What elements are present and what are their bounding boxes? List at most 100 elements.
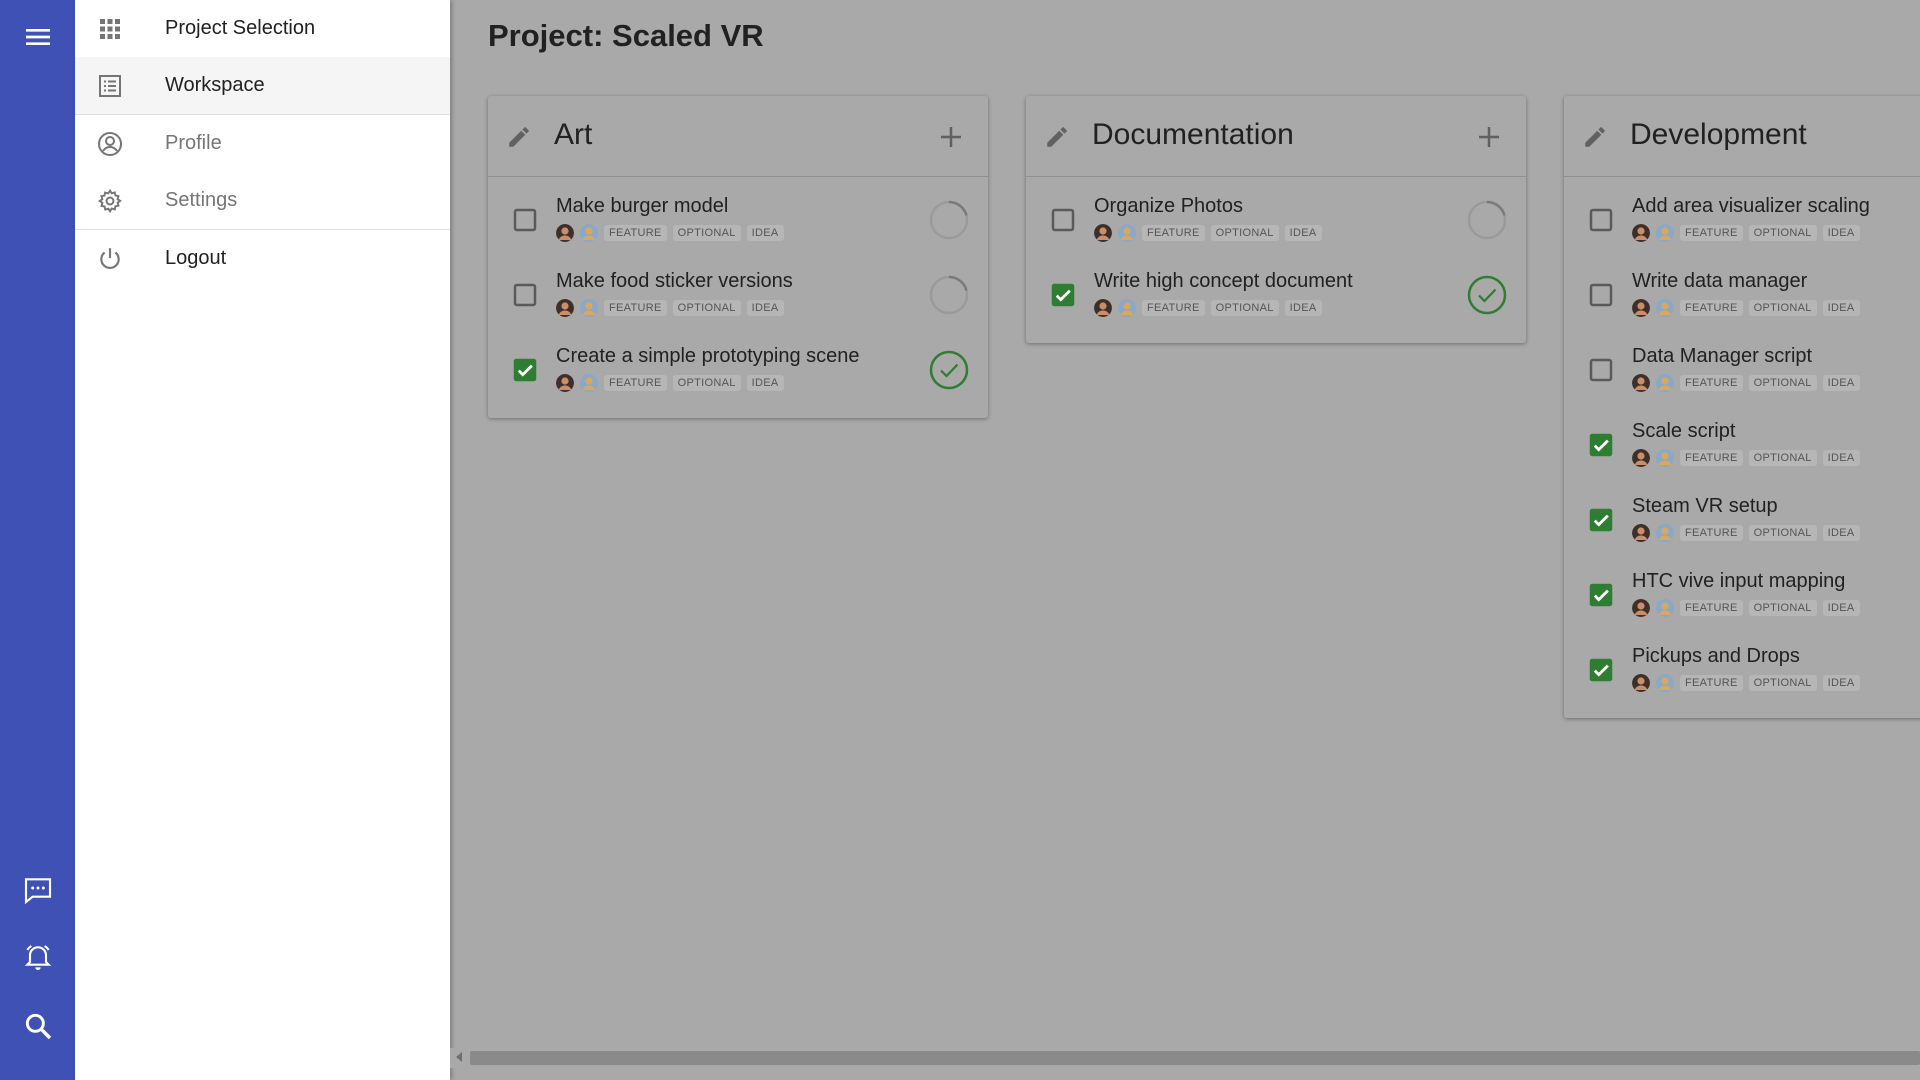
avatar xyxy=(580,224,598,242)
search-button[interactable] xyxy=(0,998,75,1054)
tag-badge[interactable]: OPTIONAL xyxy=(1748,225,1817,241)
checkbox-checked[interactable] xyxy=(1586,430,1616,460)
check-circle-icon xyxy=(929,350,969,390)
horizontal-scrollbar[interactable] xyxy=(450,1048,1920,1068)
task-name: Pickups and Drops xyxy=(1632,645,1800,667)
scrollbar-thumb[interactable] xyxy=(470,1051,1920,1065)
plus-icon[interactable] xyxy=(936,122,966,152)
task-row[interactable]: Data Manager script FEATURE OPTIONAL IDEA xyxy=(1564,333,1920,408)
tag-badge[interactable]: IDEA xyxy=(1822,375,1860,391)
tag-badge[interactable]: FEATURE xyxy=(1680,300,1743,316)
tag-badge[interactable]: IDEA xyxy=(1822,450,1860,466)
task-row[interactable]: Make food sticker versions FEATURE OPTIONA… xyxy=(488,258,988,333)
task-row[interactable]: Make burger model FEATURE OPTIONAL IDEA xyxy=(488,183,988,258)
task-row[interactable]: Pickups and Drops FEATURE OPTIONAL IDEA xyxy=(1564,633,1920,708)
plus-icon[interactable] xyxy=(1474,122,1504,152)
tag-badge[interactable]: OPTIONAL xyxy=(1748,600,1817,616)
tag-badge[interactable]: IDEA xyxy=(1822,525,1860,541)
tag-badge[interactable]: IDEA xyxy=(746,375,784,391)
tag-badge[interactable]: FEATURE xyxy=(604,375,667,391)
pencil-icon[interactable] xyxy=(506,124,532,150)
drawer-item-workspace[interactable]: Workspace xyxy=(75,57,450,114)
task-row[interactable]: Scale script FEATURE OPTIONAL IDEA xyxy=(1564,408,1920,483)
avatar xyxy=(1656,599,1674,617)
tag-badge[interactable]: OPTIONAL xyxy=(1748,675,1817,691)
tag-badge[interactable]: FEATURE xyxy=(1680,600,1743,616)
column-title: Art xyxy=(554,118,593,151)
tag-badge[interactable]: OPTIONAL xyxy=(1210,225,1279,241)
tag-badge[interactable]: OPTIONAL xyxy=(672,300,741,316)
tag-badge[interactable]: FEATURE xyxy=(1680,675,1743,691)
pencil-icon[interactable] xyxy=(1044,124,1070,150)
task-row[interactable]: Add area visualizer scaling FEATURE OPTION… xyxy=(1564,183,1920,258)
tag-badge[interactable]: FEATURE xyxy=(1680,375,1743,391)
menu-button[interactable] xyxy=(0,9,75,65)
task-row[interactable]: Write data manager FEATURE OPTIONAL IDEA xyxy=(1564,258,1920,333)
tag-badge[interactable]: IDEA xyxy=(1822,300,1860,316)
avatar xyxy=(1632,374,1650,392)
tag-badge[interactable]: OPTIONAL xyxy=(1748,450,1817,466)
task-row[interactable]: Organize Photos FEATURE OPTIONAL IDEA xyxy=(1026,183,1526,258)
checkbox-unchecked[interactable] xyxy=(1586,280,1616,310)
task-row[interactable]: Steam VR setup FEATURE OPTIONAL IDEA xyxy=(1564,483,1920,558)
power-icon xyxy=(97,246,123,272)
tag-badge[interactable]: IDEA xyxy=(1822,225,1860,241)
tag-badge[interactable]: FEATURE xyxy=(1142,300,1205,316)
column-header: Art xyxy=(488,96,988,177)
notifications-button[interactable] xyxy=(0,930,75,986)
tag-badge[interactable]: OPTIONAL xyxy=(1748,375,1817,391)
tag-badge[interactable]: FEATURE xyxy=(1142,225,1205,241)
progress-spinner-icon xyxy=(929,200,969,240)
checkbox-unchecked[interactable] xyxy=(1586,355,1616,385)
drawer-item-profile[interactable]: Profile xyxy=(75,115,450,172)
chat-button[interactable] xyxy=(0,862,75,918)
task-name: Create a simple prototyping scene xyxy=(556,345,860,367)
checkbox-unchecked[interactable] xyxy=(1586,205,1616,235)
tag-badge[interactable]: FEATURE xyxy=(604,225,667,241)
tag-badge[interactable]: OPTIONAL xyxy=(1210,300,1279,316)
tag-badge[interactable]: OPTIONAL xyxy=(1748,300,1817,316)
tag-badge[interactable]: IDEA xyxy=(1822,600,1860,616)
tag-badge[interactable]: OPTIONAL xyxy=(672,225,741,241)
tag-badge[interactable]: IDEA xyxy=(1284,225,1322,241)
checkbox-checked[interactable] xyxy=(1586,505,1616,535)
task-row[interactable]: Create a simple prototyping scene FEATURE… xyxy=(488,333,988,408)
tag-badge[interactable]: IDEA xyxy=(1822,675,1860,691)
checkbox-unchecked[interactable] xyxy=(1048,205,1078,235)
task-row[interactable]: HTC vive input mapping FEATURE OPTIONAL IDE… xyxy=(1564,558,1920,633)
drawer-item-logout[interactable]: Logout xyxy=(75,230,450,287)
drawer-item-label: Logout xyxy=(165,247,227,269)
tag-badge[interactable]: FEATURE xyxy=(1680,225,1743,241)
menu-icon xyxy=(25,29,50,45)
column-header: Development xyxy=(1564,96,1920,177)
tag-badge[interactable]: IDEA xyxy=(746,300,784,316)
checkbox-checked[interactable] xyxy=(510,355,540,385)
tag-badge[interactable]: FEATURE xyxy=(604,300,667,316)
tag-badge[interactable]: OPTIONAL xyxy=(1748,525,1817,541)
pencil-icon[interactable] xyxy=(1582,124,1608,150)
checkbox-checked[interactable] xyxy=(1586,580,1616,610)
checkbox-unchecked[interactable] xyxy=(510,205,540,235)
avatar xyxy=(1632,224,1650,242)
task-row[interactable]: Write high concept document FEATURE OPTION… xyxy=(1026,258,1526,333)
avatar xyxy=(1656,449,1674,467)
tag-badge[interactable]: IDEA xyxy=(746,225,784,241)
scroll-left-arrow-icon[interactable] xyxy=(456,1052,462,1062)
tag-badge[interactable]: FEATURE xyxy=(1680,525,1743,541)
tag-badge[interactable]: IDEA xyxy=(1284,300,1322,316)
task-meta: FEATURE OPTIONAL IDEA xyxy=(1632,374,1860,392)
task-name: Add area visualizer scaling xyxy=(1632,195,1870,217)
drawer-item-project-selection[interactable]: Project Selection xyxy=(75,0,450,57)
nav-rail xyxy=(0,0,75,1080)
tag-badge[interactable]: FEATURE xyxy=(1680,450,1743,466)
avatar xyxy=(1118,299,1136,317)
checkbox-unchecked[interactable] xyxy=(510,280,540,310)
task-name: Write data manager xyxy=(1632,270,1808,292)
task-name: Scale script xyxy=(1632,420,1736,442)
checkbox-checked[interactable] xyxy=(1586,655,1616,685)
checkbox-checked[interactable] xyxy=(1048,280,1078,310)
tag-badge[interactable]: OPTIONAL xyxy=(672,375,741,391)
task-meta: FEATURE OPTIONAL IDEA xyxy=(1632,299,1860,317)
drawer-item-settings[interactable]: Settings xyxy=(75,172,450,229)
task-meta: FEATURE OPTIONAL IDEA xyxy=(1094,299,1322,317)
